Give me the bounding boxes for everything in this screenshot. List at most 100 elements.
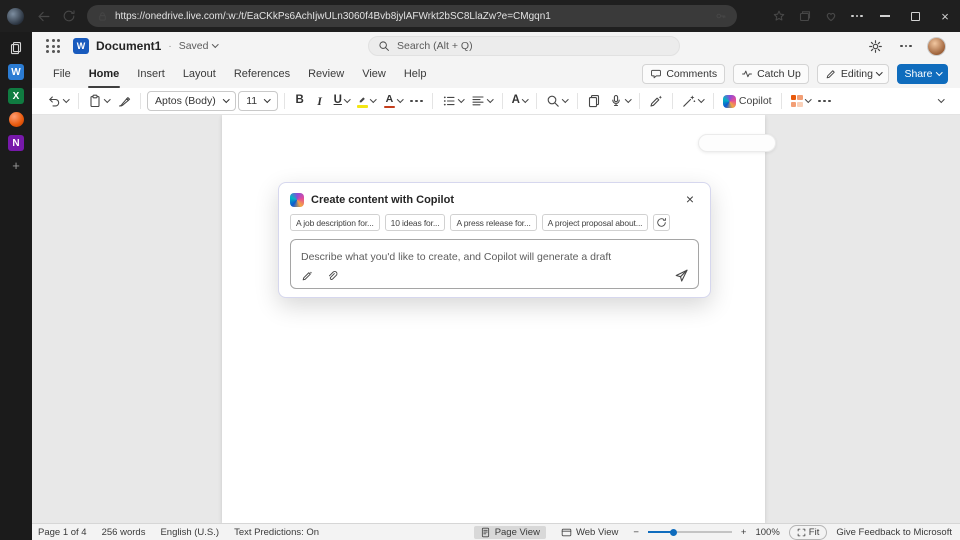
onenote-icon: N — [12, 138, 19, 149]
underline-button[interactable]: U — [331, 90, 353, 112]
editing-label: Editing — [841, 68, 873, 80]
compose-pen-icon[interactable] — [301, 270, 313, 282]
dialog-close-button[interactable]: × — [682, 192, 698, 208]
address-bar[interactable]: https://onedrive.live.com/:w:/t/EaCKkPs6… — [87, 5, 737, 27]
user-avatar[interactable] — [927, 37, 946, 56]
search-input[interactable]: Search (Alt + Q) — [368, 36, 680, 56]
fit-button[interactable]: Fit — [789, 525, 828, 540]
prompt-placeholder: Describe what you'd like to create, and … — [301, 251, 611, 263]
text-predictions[interactable]: Text Predictions: On — [234, 527, 319, 538]
browser-more-button[interactable] — [844, 3, 870, 29]
chip-project-proposal[interactable]: A project proposal about... — [542, 214, 649, 231]
more-commands-button[interactable] — [815, 90, 833, 112]
tab-layout[interactable]: Layout — [174, 60, 225, 88]
word-app-button[interactable]: W — [8, 64, 24, 80]
excel-app-button[interactable]: X — [8, 88, 24, 104]
attach-paperclip-icon[interactable] — [326, 270, 338, 282]
floating-card[interactable] — [698, 134, 776, 152]
align-left-icon — [471, 94, 485, 108]
collections-button[interactable] — [792, 3, 818, 29]
catch-up-label: Catch Up — [757, 68, 801, 80]
share-button[interactable]: Share — [897, 64, 948, 84]
slider-thumb[interactable] — [670, 529, 677, 536]
save-status-button[interactable]: Saved — [179, 40, 218, 52]
more-font-options-button[interactable] — [407, 90, 425, 112]
undo-button[interactable] — [44, 90, 72, 112]
browser-essentials-button[interactable] — [818, 3, 844, 29]
web-view-icon — [561, 527, 572, 538]
browser-profile-icon[interactable] — [7, 8, 24, 25]
sidebar-pages-button[interactable] — [5, 40, 27, 56]
editor-pen-icon — [649, 94, 663, 108]
back-button[interactable] — [30, 3, 56, 29]
feedback-link[interactable]: Give Feedback to Microsoft — [836, 527, 952, 538]
tab-view[interactable]: View — [353, 60, 395, 88]
comments-button[interactable]: Comments — [642, 64, 725, 84]
chip-ideas[interactable]: 10 ideas for... — [385, 214, 446, 231]
catch-up-button[interactable]: Catch Up — [733, 64, 809, 84]
page-count[interactable]: Page 1 of 4 — [38, 527, 87, 538]
italic-button[interactable]: I — [311, 90, 329, 112]
onenote-app-button[interactable]: N — [8, 135, 24, 151]
activity-icon — [741, 68, 753, 80]
tab-file[interactable]: File — [44, 60, 80, 88]
divider — [672, 93, 673, 109]
collapse-ribbon-button[interactable] — [932, 90, 950, 112]
copilot-button[interactable]: Copilot — [720, 90, 775, 112]
divider — [781, 93, 782, 109]
chip-job-description[interactable]: A job description for... — [290, 214, 380, 231]
send-button[interactable] — [674, 268, 689, 283]
save-status-label: Saved — [179, 40, 209, 52]
copilot-prompt-input[interactable]: Describe what you'd like to create, and … — [290, 239, 699, 289]
web-view-button[interactable]: Web View — [555, 526, 624, 539]
align-button[interactable] — [468, 90, 496, 112]
language[interactable]: English (U.S.) — [160, 527, 219, 538]
font-color-button[interactable]: A — [381, 90, 406, 112]
zoom-out-button[interactable]: − — [633, 527, 639, 538]
tab-references[interactable]: References — [225, 60, 299, 88]
zoom-slider[interactable] — [648, 528, 732, 537]
document-title[interactable]: Document1 — [96, 39, 161, 53]
page-view-button[interactable]: Page View — [474, 526, 546, 539]
chip-press-release[interactable]: A press release for... — [450, 214, 536, 231]
refresh-button[interactable] — [56, 3, 82, 29]
app-launcher-button[interactable] — [40, 33, 66, 59]
favorites-button[interactable] — [766, 3, 792, 29]
word-count[interactable]: 256 words — [102, 527, 146, 538]
settings-button[interactable] — [862, 33, 888, 59]
magic-wand-button[interactable] — [679, 90, 707, 112]
tab-review[interactable]: Review — [299, 60, 353, 88]
sidebar-add-button[interactable]: + — [12, 159, 20, 172]
minimize-button[interactable] — [870, 0, 900, 32]
font-name-select[interactable]: Aptos (Body) — [147, 91, 236, 111]
styles-button[interactable]: A — [509, 90, 531, 112]
format-painter-button[interactable] — [114, 90, 134, 112]
bullets-button[interactable] — [439, 90, 467, 112]
maximize-button[interactable] — [900, 0, 930, 32]
highlight-color-button[interactable] — [354, 90, 379, 112]
editor-button[interactable] — [646, 90, 666, 112]
comments-label: Comments — [666, 68, 717, 80]
zoom-in-button[interactable]: + — [741, 527, 747, 538]
font-size-select[interactable]: 11 — [238, 91, 277, 111]
pages-icon — [587, 94, 601, 108]
close-icon: × — [686, 194, 694, 205]
copilot-dialog-title: Create content with Copilot — [311, 194, 454, 206]
paste-button[interactable] — [85, 90, 113, 112]
header-more-button[interactable] — [893, 33, 919, 59]
bold-button[interactable]: B — [291, 90, 309, 112]
find-button[interactable] — [543, 90, 571, 112]
add-ins-button[interactable] — [788, 90, 814, 112]
window-close-button[interactable]: × — [930, 0, 960, 32]
document-page[interactable] — [222, 115, 765, 523]
tab-home[interactable]: Home — [80, 60, 129, 88]
pages-button[interactable] — [584, 90, 604, 112]
office-app-button[interactable] — [9, 112, 24, 127]
dictate-button[interactable] — [606, 90, 634, 112]
zoom-level[interactable]: 100% — [755, 527, 779, 538]
key-icon[interactable] — [715, 10, 727, 22]
editing-mode-button[interactable]: Editing — [817, 64, 890, 84]
refresh-suggestions-button[interactable] — [653, 214, 670, 231]
tab-insert[interactable]: Insert — [128, 60, 174, 88]
tab-help[interactable]: Help — [395, 60, 436, 88]
